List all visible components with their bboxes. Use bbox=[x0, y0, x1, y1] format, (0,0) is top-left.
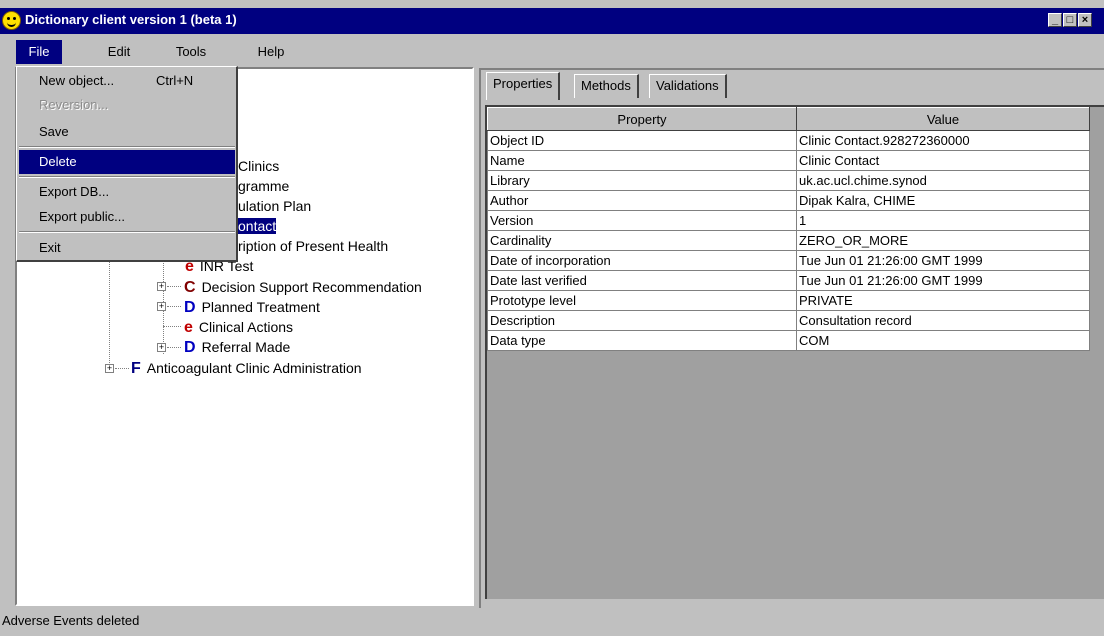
property-cell: Cardinality bbox=[487, 230, 797, 251]
tree-node-description-fragment[interactable]: ription of Present Health bbox=[238, 236, 388, 256]
tree-node-anticoagulant-admin[interactable]: F Anticoagulant Clinic Administration bbox=[131, 358, 362, 378]
table-header-row: Property Value bbox=[487, 107, 1090, 131]
value-cell[interactable]: Dipak Kalra, CHIME bbox=[796, 190, 1090, 211]
menu-file[interactable]: File bbox=[16, 40, 62, 64]
menu-separator bbox=[19, 231, 235, 233]
menu-separator bbox=[19, 176, 235, 178]
property-cell: Prototype level bbox=[487, 290, 797, 311]
menu-item-new-object[interactable]: New object... Ctrl+N bbox=[19, 69, 235, 93]
menu-help[interactable]: Help bbox=[248, 40, 294, 64]
data-letter-icon: D bbox=[184, 339, 196, 356]
tree-line bbox=[115, 368, 129, 370]
table-row[interactable]: Author Dipak Kalra, CHIME bbox=[487, 190, 1090, 211]
menu-item-reversion: Reversion... bbox=[39, 97, 109, 112]
value-cell[interactable]: Clinic Contact.928272360000 bbox=[796, 130, 1090, 151]
menu-item-delete[interactable]: Delete bbox=[19, 150, 235, 174]
title-bar: Dictionary client version 1 (beta 1) _ □… bbox=[0, 8, 1104, 34]
table-row[interactable]: Cardinality ZERO_OR_MORE bbox=[487, 230, 1090, 251]
property-cell: Version bbox=[487, 210, 797, 231]
value-cell[interactable]: 1 bbox=[796, 210, 1090, 231]
value-cell[interactable]: PRIVATE bbox=[796, 290, 1090, 311]
tree-node-clinical-actions[interactable]: e Clinical Actions bbox=[184, 317, 293, 337]
properties-table-area: Property Value Object ID Clinic Contact.9… bbox=[485, 105, 1104, 599]
menu-item-exit[interactable]: Exit bbox=[19, 236, 235, 260]
table-row[interactable]: Prototype level PRIVATE bbox=[487, 290, 1090, 311]
maximize-icon[interactable]: □ bbox=[1063, 13, 1077, 27]
menu-separator bbox=[19, 146, 235, 148]
tree-node-referral-made[interactable]: D Referral Made bbox=[184, 337, 290, 357]
tree-line bbox=[167, 286, 181, 288]
table-row[interactable]: Version 1 bbox=[487, 210, 1090, 231]
value-cell[interactable]: Clinic Contact bbox=[796, 150, 1090, 171]
tree-node-clinics-fragment[interactable]: Clinics bbox=[238, 156, 279, 176]
value-cell[interactable]: Consultation record bbox=[796, 310, 1090, 331]
property-cell: Data type bbox=[487, 330, 797, 351]
property-cell: Object ID bbox=[487, 130, 797, 151]
value-cell[interactable]: COM bbox=[796, 330, 1090, 351]
menu-item-save[interactable]: Save bbox=[19, 120, 235, 144]
property-cell: Name bbox=[487, 150, 797, 171]
element-letter-icon: e bbox=[184, 319, 193, 336]
property-cell: Library bbox=[487, 170, 797, 191]
shortcut-label: Ctrl+N bbox=[156, 73, 194, 88]
expand-icon[interactable]: + bbox=[157, 343, 166, 352]
tree-node-clinic-contact[interactable]: ontact bbox=[238, 216, 277, 236]
file-menu-dropdown: New object... Ctrl+N Reversion... Save D… bbox=[16, 66, 238, 262]
tree-line bbox=[167, 347, 181, 349]
table-row[interactable]: Library uk.ac.ucl.chime.synod bbox=[487, 170, 1090, 191]
cluster-letter-icon: C bbox=[184, 279, 196, 296]
tab-properties[interactable]: Properties bbox=[486, 72, 561, 100]
property-cell: Description bbox=[487, 310, 797, 331]
table-row[interactable]: Name Clinic Contact bbox=[487, 150, 1090, 171]
tree-node-programme-fragment[interactable]: gramme bbox=[238, 176, 289, 196]
table-row[interactable]: Data type COM bbox=[487, 330, 1090, 351]
expand-icon[interactable]: + bbox=[157, 302, 166, 311]
close-icon[interactable]: × bbox=[1078, 13, 1092, 27]
value-cell[interactable]: Tue Jun 01 21:26:00 GMT 1999 bbox=[796, 250, 1090, 271]
table-row[interactable]: Object ID Clinic Contact.928272360000 bbox=[487, 130, 1090, 151]
value-cell[interactable]: uk.ac.ucl.chime.synod bbox=[796, 170, 1090, 191]
value-cell[interactable]: ZERO_OR_MORE bbox=[796, 230, 1090, 251]
folder-letter-icon: F bbox=[131, 360, 141, 377]
value-cell[interactable]: Tue Jun 01 21:26:00 GMT 1999 bbox=[796, 270, 1090, 291]
column-header-value[interactable]: Value bbox=[796, 107, 1090, 131]
property-cell: Date last verified bbox=[487, 270, 797, 291]
data-letter-icon: D bbox=[184, 299, 196, 316]
status-bar: Adverse Events deleted bbox=[2, 613, 140, 628]
menu-item-export-public[interactable]: Export public... bbox=[19, 205, 235, 229]
table-row[interactable]: Description Consultation record bbox=[487, 310, 1090, 331]
tree-node-decision-support[interactable]: C Decision Support Recommendation bbox=[184, 277, 422, 297]
property-cell: Author bbox=[487, 190, 797, 211]
tree-line bbox=[167, 306, 181, 308]
menu-tools[interactable]: Tools bbox=[166, 40, 216, 64]
menu-bar: File Edit Tools Help bbox=[0, 40, 1104, 64]
tree-node-population-plan-fragment[interactable]: ulation Plan bbox=[238, 196, 311, 216]
table-row[interactable]: Date of incorporation Tue Jun 01 21:26:00… bbox=[487, 250, 1090, 271]
menu-item-export-db[interactable]: Export DB... bbox=[19, 180, 235, 204]
tab-validations[interactable]: Validations bbox=[649, 74, 727, 98]
tab-methods[interactable]: Methods bbox=[574, 74, 639, 98]
menu-edit[interactable]: Edit bbox=[96, 40, 142, 64]
property-cell: Date of incorporation bbox=[487, 250, 797, 271]
window-title: Dictionary client version 1 (beta 1) bbox=[25, 12, 237, 27]
minimize-icon[interactable]: _ bbox=[1048, 13, 1062, 27]
properties-table: Property Value Object ID Clinic Contact.9… bbox=[487, 107, 1090, 351]
column-header-property[interactable]: Property bbox=[487, 107, 797, 131]
expand-icon[interactable]: + bbox=[105, 364, 114, 373]
expand-icon[interactable]: + bbox=[157, 282, 166, 291]
tree-node-planned-treatment[interactable]: D Planned Treatment bbox=[184, 297, 320, 317]
app-smiley-icon bbox=[2, 11, 21, 30]
tree-line bbox=[163, 326, 181, 328]
table-row[interactable]: Date last verified Tue Jun 01 21:26:00 GM… bbox=[487, 270, 1090, 291]
